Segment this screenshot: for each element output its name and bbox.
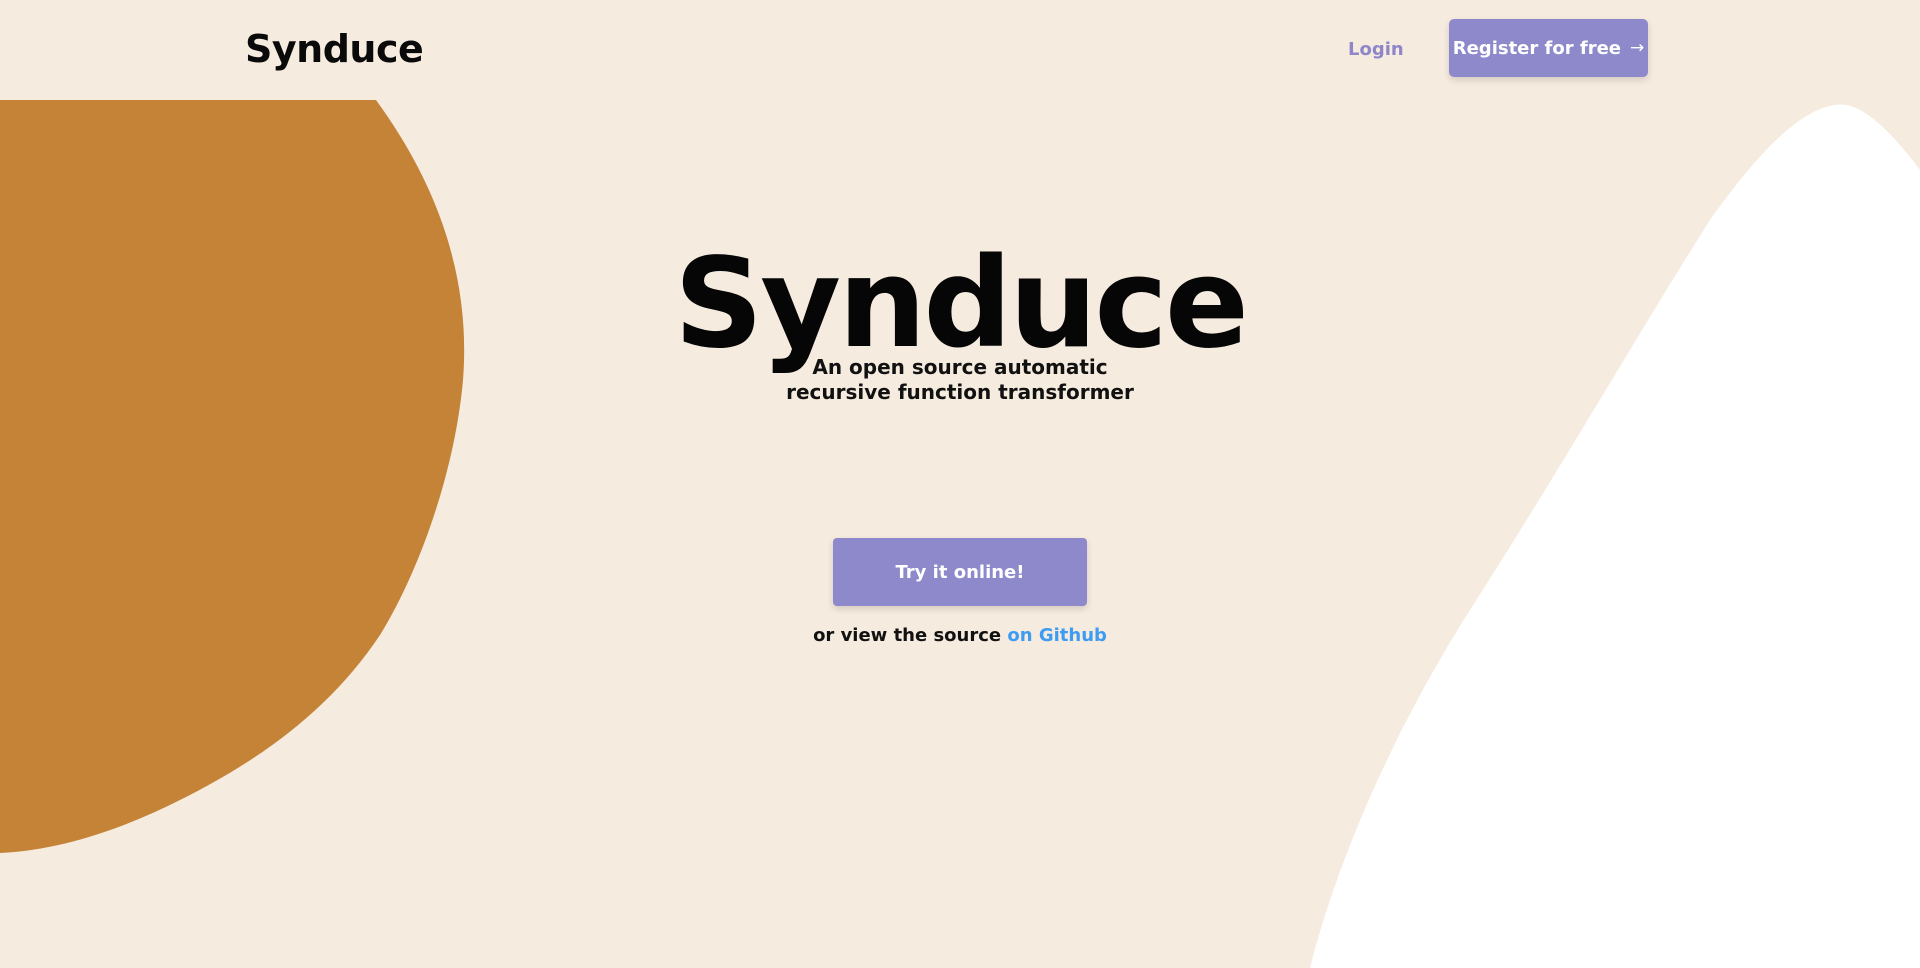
hero-subtitle: An open source automatic recursive funct… <box>760 355 1160 405</box>
hero-subtitle-line-2: recursive function transformer <box>786 380 1134 404</box>
hero-title: Synduce <box>673 232 1249 376</box>
try-online-button[interactable]: Try it online! <box>833 538 1087 606</box>
source-line: or view the source on Github <box>0 624 1920 648</box>
github-link[interactable]: on Github <box>1007 625 1107 646</box>
hero-section: Synduce An open source automatic recursi… <box>0 0 1920 968</box>
hero-subtitle-line-1: An open source automatic <box>812 355 1108 379</box>
source-prefix: or view the source <box>813 625 1002 646</box>
landing-page: Synduce Login Register for free → Synduc… <box>0 0 1920 968</box>
